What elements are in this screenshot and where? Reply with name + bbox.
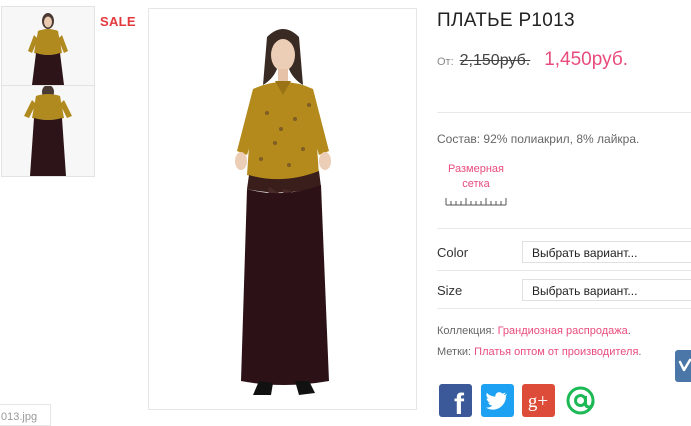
svg-text:f: f [454, 388, 465, 417]
tags-meta: Метки: Платья оптом от производителя. [437, 346, 641, 358]
collection-end: . [627, 325, 631, 337]
tags-label: Метки: [437, 346, 472, 358]
sale-badge: SALE [100, 14, 136, 29]
divider [437, 308, 691, 309]
thumbnail-2[interactable] [1, 85, 95, 177]
thumbnail-1[interactable] [1, 6, 95, 86]
divider [437, 228, 691, 229]
vk-widget-tab[interactable] [675, 350, 691, 382]
divider [437, 270, 691, 271]
collection-meta: Коллекция: Грандиозная распродажа. [437, 325, 631, 337]
sale-price: 1,450руб. [544, 49, 628, 70]
color-label: Color [437, 245, 469, 260]
price-row: От: 2,150руб. 1,450руб. [437, 49, 628, 73]
price-prefix: От: [437, 56, 454, 68]
twitter-share-button[interactable] [481, 384, 514, 417]
thumbnail-2-image [2, 86, 94, 176]
svg-text:g+: g+ [528, 391, 548, 412]
size-select[interactable]: Выбрать вариант... [522, 279, 691, 301]
divider [437, 112, 691, 113]
thumbnail-1-image [2, 7, 94, 85]
at-sign-icon [566, 386, 595, 415]
twitter-icon [485, 392, 507, 410]
size-label: Size [437, 283, 463, 298]
collection-link[interactable]: Грандиозная распродажа [498, 325, 628, 337]
size-chart-label-line1: Размерная [448, 163, 504, 175]
tags-end: . [638, 346, 642, 358]
email-share-button[interactable] [564, 384, 597, 417]
collection-label: Коллекция: [437, 325, 495, 337]
old-price: 2,150руб. [459, 52, 531, 69]
composition-text: Состав: 92% полиакрил, 8% лайкра. [437, 132, 640, 146]
size-chart-link[interactable]: Размерная сетка [444, 162, 508, 206]
image-filename: 013.jpg [0, 404, 51, 426]
vk-icon [678, 358, 691, 372]
facebook-share-button[interactable]: f [439, 384, 472, 417]
googleplus-share-button[interactable]: g+ [522, 384, 555, 417]
tags-link[interactable]: Платья оптом от производителя [474, 346, 638, 358]
product-photo [149, 9, 416, 409]
googleplus-icon: g+ [528, 391, 548, 412]
main-product-image[interactable] [148, 8, 417, 410]
color-select[interactable]: Выбрать вариант... [522, 241, 691, 263]
size-chart-label-line2: сетка [462, 178, 490, 190]
ruler-icon [445, 198, 507, 206]
product-title: ПЛАТЬЕ Р1013 [437, 10, 575, 31]
facebook-icon: f [454, 388, 465, 417]
